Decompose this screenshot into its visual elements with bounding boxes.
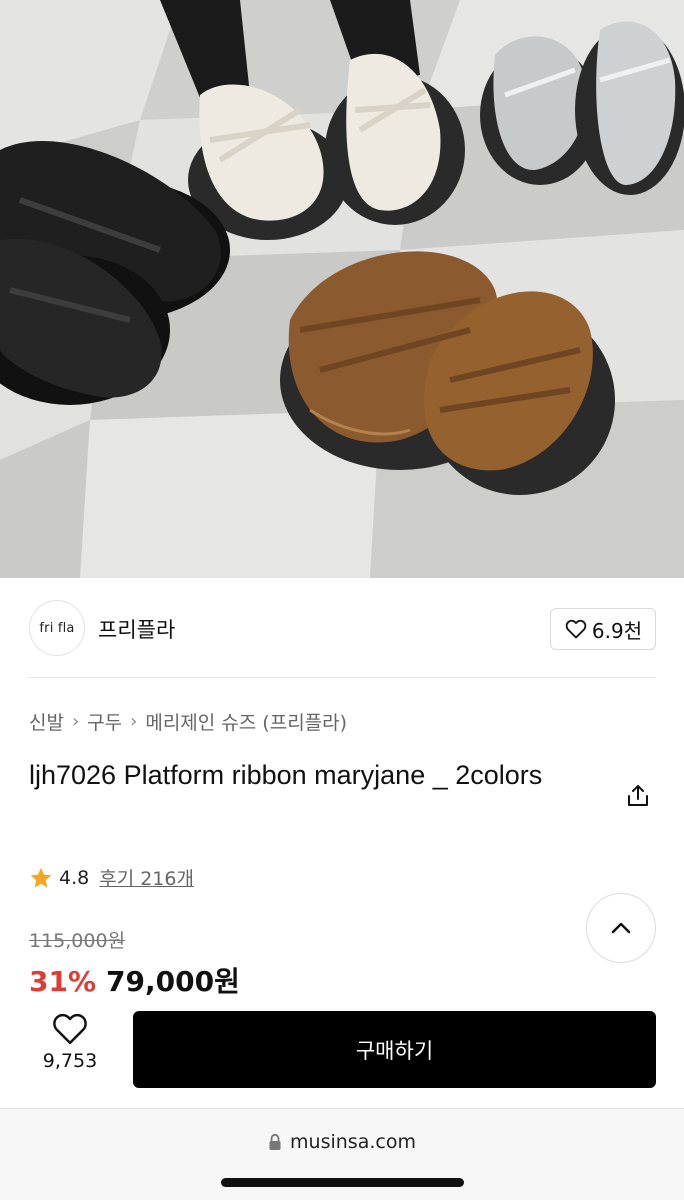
breadcrumb-item-shoes[interactable]: 신발 xyxy=(29,708,64,735)
breadcrumb: 신발 › 구두 › 메리제인 슈즈 (프리플라) xyxy=(29,708,347,735)
review-link[interactable]: 후기 216개 xyxy=(99,864,194,891)
buy-button[interactable]: 구매하기 xyxy=(133,1011,656,1088)
shop-like-button[interactable]: 6.9천 xyxy=(550,608,656,650)
chevron-up-icon xyxy=(611,922,631,934)
wishlist-count: 9,753 xyxy=(42,1050,98,1072)
product-image[interactable] xyxy=(0,0,684,578)
wishlist-button[interactable]: 9,753 xyxy=(30,1012,110,1088)
url-text: musinsa.com xyxy=(290,1131,416,1153)
shop-name[interactable]: 프리플라 xyxy=(98,614,175,644)
shop-like-count: 6.9천 xyxy=(591,618,643,643)
lock-icon xyxy=(269,1133,281,1150)
heart-icon xyxy=(565,619,587,639)
chevron-right-icon: › xyxy=(130,711,138,732)
shop-logo[interactable]: fri fla xyxy=(29,600,85,656)
breadcrumb-item-dress-shoes[interactable]: 구두 xyxy=(87,708,122,735)
rating-value: 4.8 xyxy=(59,866,90,889)
heart-icon xyxy=(53,1013,87,1045)
original-price: 115,000원 xyxy=(29,930,126,952)
chevron-right-icon: › xyxy=(71,711,80,732)
scroll-top-button[interactable] xyxy=(586,893,656,963)
browser-bar: musinsa.com xyxy=(0,1108,684,1200)
breadcrumb-item-maryjane[interactable]: 메리제인 슈즈 (프리플라) xyxy=(145,708,347,735)
shop-row: fri fla 프리플라 6.9천 xyxy=(0,578,684,678)
share-icon xyxy=(628,785,648,806)
share-button[interactable] xyxy=(620,778,656,814)
home-indicator[interactable] xyxy=(221,1178,464,1187)
divider xyxy=(28,677,656,678)
address-bar[interactable]: musinsa.com xyxy=(0,1131,684,1153)
star-icon xyxy=(30,867,52,888)
discount-rate: 31% xyxy=(29,965,97,998)
product-photo xyxy=(0,0,684,578)
rating: 4.8 후기 216개 xyxy=(29,864,194,891)
sale-price: 79,000원 xyxy=(106,965,240,998)
product-title: ljh7026 Platform ribbon maryjane _ 2colo… xyxy=(29,760,543,790)
price-row: 31% 79,000원 xyxy=(29,960,240,1000)
